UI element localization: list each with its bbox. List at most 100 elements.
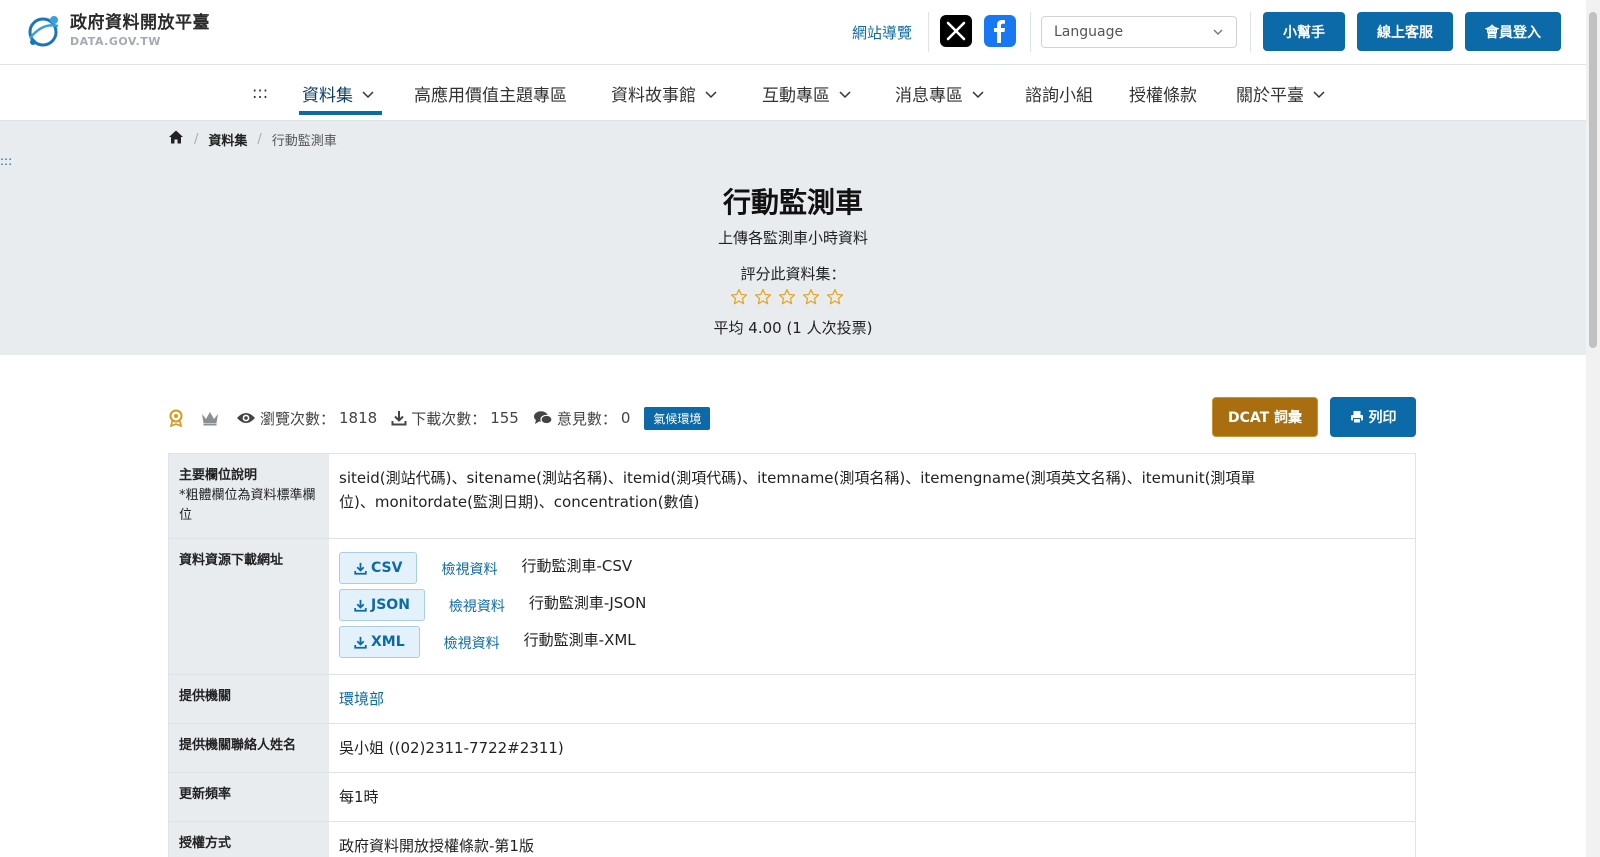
agency-link[interactable]: 環境部 [339,690,384,708]
home-icon-glyph [169,130,183,144]
breadcrumb-datasets[interactable]: 資料集 [208,130,247,149]
rating-label: 評分此資料集： [740,265,846,283]
sitemap-link[interactable]: 網站導覽 [852,22,912,43]
online-service-button[interactable]: 線上客服 [1357,12,1453,51]
member-login-button[interactable]: 會員登入 [1465,12,1561,51]
format-label: XML [371,634,405,651]
logo-subtitle: DATA.GOV.TW [70,35,161,48]
site-logo[interactable]: 政府資料開放平臺 DATA.GOV.TW [24,12,210,50]
fields-label: 主要欄位說明 [179,468,258,483]
nav-item-about[interactable]: 關於平臺 [1236,81,1326,106]
license-value: 政府資料開放授權條款-第1版 [339,837,534,856]
breadcrumb-current: 行動監測車 [271,133,337,149]
table-row: 提供機關 環境部 [169,675,1415,725]
chevron-down-icon [1213,29,1223,35]
resource-item: JSON 檢視資料 行動監測車-JSON [339,588,1405,622]
row-header: 主要欄位說明 *粗體欄位為資料標準欄位 [169,454,329,539]
view-data-link[interactable]: 檢視資料 [444,633,500,655]
stat-comments: 意見數： 0 [533,408,631,429]
category-tag[interactable]: 氣候環境 [644,406,711,430]
language-select[interactable]: Language [1041,16,1237,48]
table-row: 資料資源下載網址 CSV 檢視資料 行動監測車-CSV JSON 檢視資料 行動… [169,539,1415,676]
resource-name: 行動監測車-CSV [521,557,633,576]
contact-value: 吳小姐 ((02)2311-7722#2311) [339,739,564,758]
resource-name: 行動監測車-JSON [528,594,647,613]
facebook-logo-icon [994,20,1005,43]
accesskey-content[interactable]: ::: [0,154,12,168]
main-navigation: ::: 資料集 高應用價值主題專區 資料故事館 互動專區 消息專區 諮詢小組 授… [0,65,1586,121]
star-icon[interactable] [778,288,796,306]
breadcrumb-separator: / [194,131,199,147]
nav-item-label: 資料集 [302,86,353,106]
table-row: 更新頻率 每1時 [169,773,1415,823]
format-label: CSV [371,560,403,577]
nav-item-news[interactable]: 消息專區 [895,81,985,106]
downloads-count: 155 [490,409,519,427]
accesskey-nav[interactable]: ::: [252,83,268,102]
view-data-link[interactable]: 檢視資料 [441,559,497,581]
star-icon[interactable] [730,288,748,306]
crown-icon [202,412,218,426]
views-label: 瀏覽次數： [260,409,336,428]
rating-stars [730,288,844,306]
table-row: 主要欄位說明 *粗體欄位為資料標準欄位 siteid(測站代碼)、sitenam… [169,454,1415,540]
download-xml-button[interactable]: XML [339,626,420,659]
downloads-label: 下載次數： [411,409,487,428]
print-button[interactable]: 列印 [1330,397,1416,437]
nav-item-datasets[interactable]: 資料集 [302,81,375,106]
resource-item: XML 檢視資料 行動監測車-XML [339,625,1405,659]
resource-name: 行動監測車-XML [523,631,636,650]
nav-item-label: 互動專區 [762,86,830,106]
nav-item-high-value[interactable]: 高應用價值主題專區 [414,81,567,106]
comments-count: 0 [620,409,631,427]
dcat-button[interactable]: DCAT 詞彙 [1212,397,1318,437]
row-header: 資料資源下載網址 [169,539,329,675]
format-label: JSON [371,597,410,614]
printer-icon [1350,411,1363,424]
view-data-link[interactable]: 檢視資料 [449,596,505,618]
comments-label: 意見數： [556,409,617,428]
page-title: 行動監測車 [722,186,863,219]
scrollbar-thumb[interactable] [1589,12,1597,348]
stat-views: 瀏覽次數： 1818 [236,408,377,429]
chevron-down-icon [362,90,374,98]
star-icon[interactable] [802,288,820,306]
eye-icon [237,413,255,423]
download-json-button[interactable]: JSON [339,589,425,622]
row-header: 提供機關聯絡人姓名 [169,724,329,773]
download-csv-button[interactable]: CSV [339,552,418,585]
nav-item-label: 授權條款 [1129,86,1197,106]
comments-icon [533,411,553,425]
print-button-label: 列印 [1368,410,1397,426]
download-icon [354,562,367,575]
facebook-icon[interactable] [984,15,1016,47]
x-logo-icon [946,21,966,41]
nav-item-label: 資料故事館 [611,86,696,106]
resources-list: CSV 檢視資料 行動監測車-CSV JSON 檢視資料 行動監測車-JSON … [329,539,1415,674]
nav-item-label: 消息專區 [895,86,963,106]
nav-item-advisory[interactable]: 諮詢小組 [1025,81,1093,106]
row-header: 授權方式 [169,822,329,857]
table-row: 授權方式 政府資料開放授權條款-第1版 [169,822,1415,857]
star-icon[interactable] [754,288,772,306]
helper-button[interactable]: 小幫手 [1263,12,1345,51]
nav-item-license[interactable]: 授權條款 [1129,81,1197,106]
frequency-value: 每1時 [339,788,379,807]
download-icon [354,636,367,649]
divider [1250,12,1251,52]
row-header: 更新頻率 [169,773,329,822]
page-scrollbar[interactable] [1586,0,1600,857]
nav-item-stories[interactable]: 資料故事館 [611,81,718,106]
chevron-down-icon [972,90,984,98]
nav-item-interactive[interactable]: 互動專區 [762,81,852,106]
x-twitter-icon[interactable] [940,15,972,47]
dataset-description: 上傳各監測車小時資料 [717,229,868,247]
award-icon [169,409,183,427]
chevron-down-icon [1313,90,1325,98]
stat-downloads: 下載次數： 155 [391,408,519,429]
home-icon[interactable] [168,129,184,149]
divider [928,12,929,52]
download-icon [391,411,407,426]
star-icon[interactable] [826,288,844,306]
breadcrumb-separator: / [257,131,262,147]
